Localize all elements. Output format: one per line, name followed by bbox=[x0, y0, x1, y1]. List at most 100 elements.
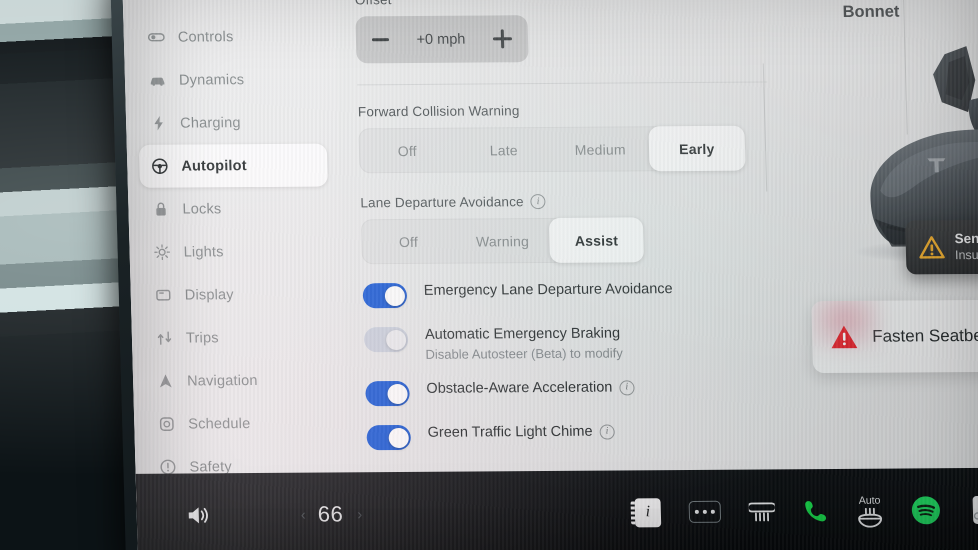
navigation-arrow-icon bbox=[157, 373, 174, 390]
phone-icon[interactable] bbox=[803, 498, 830, 524]
sidebar-item-autopilot[interactable]: Autopilot bbox=[138, 143, 328, 188]
info-icon[interactable]: i bbox=[530, 194, 546, 210]
info-icon[interactable]: i bbox=[619, 380, 635, 396]
sentry-notification-card[interactable]: Sentry Insuffi bbox=[905, 219, 978, 275]
volume-next-chevron[interactable]: › bbox=[357, 506, 362, 523]
sidebar-item-lights[interactable]: Lights bbox=[141, 230, 330, 274]
sidebar-item-label: Navigation bbox=[186, 372, 258, 389]
info-card-glyph: i bbox=[645, 503, 651, 521]
open-bonnet-label[interactable]: Open Bonnet bbox=[801, 0, 900, 23]
settings-sidebar[interactable]: Controls Dynamics Charging Autopilot Locks Li… bbox=[122, 0, 349, 550]
toggle-label-wrap: Automatic Emergency Braking bbox=[425, 324, 623, 343]
offset-stepper[interactable]: +0 mph bbox=[355, 15, 529, 64]
fcw-label-text: Forward Collision Warning bbox=[357, 103, 520, 120]
toggle-sublabel: Disable Autosteer (Beta) to modify bbox=[425, 345, 624, 362]
fcw-option-early[interactable]: Early bbox=[647, 125, 746, 172]
forward-collision-warning-segmented-control[interactable]: Off Late Medium Early bbox=[358, 125, 746, 174]
sidebar-item-schedule[interactable]: Schedule bbox=[146, 401, 335, 445]
autopilot-settings-panel: Offset +0 mph Forward Collision Warning … bbox=[334, 0, 808, 500]
toggle-row: Emergency Lane Departure Avoidance bbox=[362, 279, 804, 309]
defrost-rear-icon[interactable] bbox=[748, 500, 776, 522]
controls-icon bbox=[147, 29, 165, 46]
info-card-icon[interactable]: i bbox=[634, 497, 662, 527]
toggle-switch[interactable] bbox=[362, 282, 408, 309]
autopilot-toggle-list: Emergency Lane Departure Avoidance Automa… bbox=[362, 279, 808, 451]
offset-value: +0 mph bbox=[416, 31, 466, 48]
fasten-seatbelt-card[interactable]: Fasten Seatbelt bbox=[811, 299, 978, 374]
dock-right-group: i Auto bbox=[634, 493, 978, 528]
lock-icon bbox=[152, 201, 169, 218]
warning-triangle-icon bbox=[831, 325, 858, 349]
sidebar-item-label: Trips bbox=[185, 329, 219, 347]
sidebar-item-label: Display bbox=[184, 286, 234, 304]
car-icon bbox=[149, 72, 166, 89]
lda-option-warning[interactable]: Warning bbox=[455, 218, 550, 264]
offset-decrement-button[interactable] bbox=[371, 38, 390, 42]
toggle-switch[interactable] bbox=[366, 425, 412, 451]
fcw-option-late[interactable]: Late bbox=[455, 127, 553, 173]
lda-label-text: Lane Departure Avoidance bbox=[360, 194, 524, 211]
steering-wheel-icon bbox=[151, 158, 168, 175]
toggle-knob bbox=[384, 285, 405, 306]
defrost-front-icon bbox=[858, 507, 883, 528]
sidebar-item-label: Autopilot bbox=[181, 157, 247, 175]
sidebar-item-label: Charging bbox=[179, 114, 241, 132]
trips-icon bbox=[156, 330, 173, 347]
toggle-label: Automatic Emergency Braking bbox=[424, 325, 621, 343]
sentry-card-subtitle: Insuffi bbox=[954, 247, 978, 262]
toggle-knob bbox=[387, 427, 409, 448]
dot bbox=[710, 509, 715, 514]
fcw-option-medium[interactable]: Medium bbox=[551, 126, 649, 172]
screen-surface: Controls Dynamics Charging Autopilot Locks Li… bbox=[122, 0, 978, 550]
toggle-text: Automatic Emergency Braking Disable Autos… bbox=[425, 324, 623, 361]
offset-increment-button[interactable] bbox=[493, 29, 513, 48]
toggle-row: Green Traffic Light Chime i bbox=[366, 421, 807, 451]
dot bbox=[702, 509, 707, 514]
sentry-card-title: Sentry bbox=[954, 231, 978, 247]
sidebar-item-locks[interactable]: Locks bbox=[140, 187, 329, 231]
lda-option-assist[interactable]: Assist bbox=[548, 217, 645, 263]
volume-prev-chevron[interactable]: ‹ bbox=[301, 506, 306, 523]
sidebar-item-controls[interactable]: Controls bbox=[135, 15, 324, 59]
toggle-text: Emergency Lane Departure Avoidance bbox=[424, 280, 673, 300]
lane-departure-avoidance-segmented-control[interactable]: Off Warning Assist bbox=[360, 217, 645, 265]
settings-ui: Controls Dynamics Charging Autopilot Locks Li… bbox=[122, 0, 978, 550]
info-icon[interactable]: i bbox=[599, 424, 615, 440]
spotify-icon[interactable] bbox=[910, 495, 941, 525]
toggle-text: Obstacle-Aware Acceleration i bbox=[426, 379, 635, 399]
sidebar-item-trips[interactable]: Trips bbox=[143, 316, 332, 360]
dot bbox=[694, 509, 699, 514]
toggle-knob bbox=[385, 329, 406, 350]
section-divider bbox=[357, 81, 768, 86]
toggle-switch[interactable] bbox=[363, 326, 409, 353]
toggle-knob bbox=[386, 383, 408, 404]
sidebar-item-dynamics[interactable]: Dynamics bbox=[136, 58, 325, 102]
sentry-card-text: Sentry Insuffi bbox=[954, 231, 978, 262]
sidebar-item-charging[interactable]: Charging bbox=[138, 101, 327, 145]
toggle-label-wrap: Emergency Lane Departure Avoidance bbox=[424, 280, 673, 300]
toggle-label: Emergency Lane Departure Avoidance bbox=[423, 281, 673, 299]
sidebar-item-navigation[interactable]: Navigation bbox=[145, 358, 334, 402]
volume-value: 66 bbox=[317, 501, 344, 527]
toggle-row: Obstacle-Aware Acceleration i bbox=[365, 377, 806, 407]
climate-temp-icon[interactable] bbox=[968, 494, 978, 526]
sidebar-item-label: Schedule bbox=[188, 415, 251, 432]
sidebar-top-fade bbox=[122, 0, 335, 3]
toggle-row: Automatic Emergency Braking Disable Autos… bbox=[363, 323, 805, 362]
auto-label: Auto bbox=[858, 494, 881, 507]
tesla-touchscreen: Controls Dynamics Charging Autopilot Locks Li… bbox=[109, 0, 978, 550]
sidebar-item-display[interactable]: Display bbox=[142, 273, 331, 317]
toggle-switch[interactable] bbox=[365, 381, 410, 407]
lda-option-off[interactable]: Off bbox=[361, 219, 456, 265]
forward-collision-warning-label: Forward Collision Warning bbox=[358, 101, 798, 119]
clock-icon bbox=[158, 416, 175, 433]
sidebar-item-label: Controls bbox=[177, 28, 234, 46]
defrost-front-control[interactable]: Auto bbox=[856, 494, 883, 528]
toggle-label: Obstacle-Aware Acceleration bbox=[426, 379, 613, 397]
offset-label: Offset bbox=[355, 0, 795, 7]
fasten-seatbelt-title: Fasten Seatbelt bbox=[871, 325, 978, 346]
more-options-button[interactable] bbox=[688, 500, 722, 523]
fcw-option-off[interactable]: Off bbox=[358, 128, 456, 174]
speaker-icon[interactable] bbox=[184, 502, 211, 528]
lane-departure-avoidance-label: Lane Departure Avoidance i bbox=[360, 192, 800, 210]
